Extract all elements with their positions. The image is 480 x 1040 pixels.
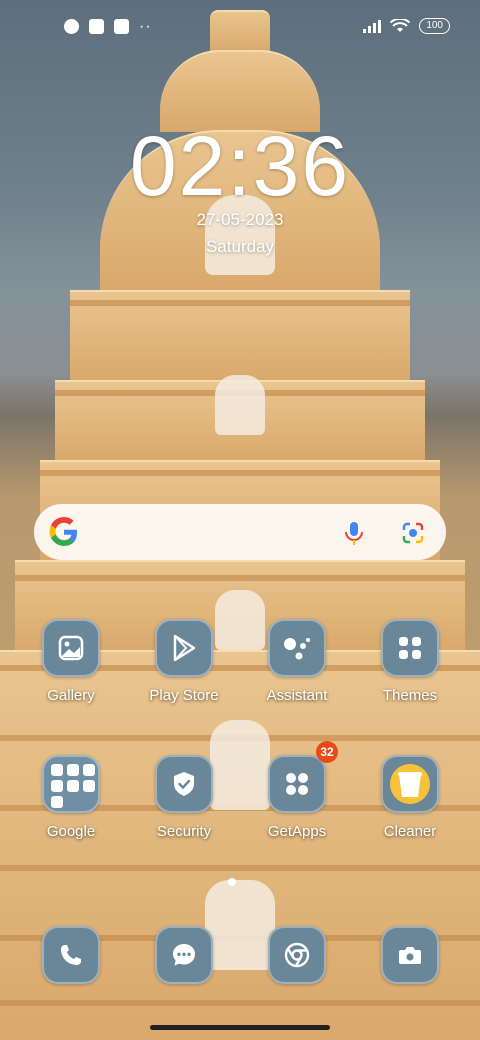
app-label: Google <box>46 823 96 840</box>
shield-icon <box>174 772 194 796</box>
assistant-icon <box>284 638 310 660</box>
chrome-app-icon[interactable] <box>268 926 326 984</box>
play-store-app-icon[interactable] <box>155 619 213 677</box>
home-screen: ·· 100 02:36 27-05-2023 Saturday Gallery… <box>0 0 480 1040</box>
phone-app-icon[interactable] <box>42 926 100 984</box>
app-label: Play Store <box>149 687 219 704</box>
getapps-app-icon[interactable]: 32 <box>268 741 338 813</box>
trash-bin-icon <box>390 764 430 804</box>
app-gallery[interactable]: Gallery <box>21 619 121 704</box>
app-assistant[interactable]: Assistant <box>247 619 347 704</box>
page-indicator[interactable] <box>228 878 236 886</box>
app-getapps[interactable]: 32 GetApps <box>247 741 347 840</box>
google-logo-icon <box>49 517 77 546</box>
gallery-app-icon[interactable] <box>42 619 100 677</box>
app-themes[interactable]: Themes <box>360 619 460 704</box>
chrome-icon <box>284 942 310 968</box>
messages-icon <box>173 944 195 966</box>
app-cleaner[interactable]: Cleaner <box>360 755 460 840</box>
phone-icon <box>61 945 81 965</box>
dock-camera[interactable] <box>360 926 460 984</box>
wifi-icon <box>390 19 411 32</box>
app-label: Gallery <box>47 687 95 704</box>
gesture-navigation-handle[interactable] <box>150 1025 330 1030</box>
camera-app-icon[interactable] <box>381 926 439 984</box>
themes-app-icon[interactable] <box>381 619 439 677</box>
status-bar: ·· 100 <box>0 0 480 56</box>
messages-app-icon[interactable] <box>155 926 213 984</box>
dock-messages[interactable] <box>134 926 234 984</box>
mic-icon[interactable] <box>342 520 366 546</box>
notification-badge: 32 <box>316 741 338 763</box>
app-google-folder[interactable]: Google <box>21 755 121 840</box>
date-label: 27-05-2023 <box>196 210 284 229</box>
dock-phone[interactable] <box>21 926 121 984</box>
play-store-icon <box>173 634 196 662</box>
notification-icon <box>89 19 104 34</box>
google-folder-icon[interactable] <box>42 755 100 813</box>
themes-icon <box>399 637 421 659</box>
app-security[interactable]: Security <box>134 755 234 840</box>
assistant-app-icon[interactable] <box>268 619 326 677</box>
security-app-icon[interactable] <box>155 755 213 813</box>
app-label: GetApps <box>267 823 327 840</box>
app-label: Themes <box>382 687 438 704</box>
clock[interactable]: 02:36 <box>0 118 480 215</box>
day-label: Saturday <box>205 237 275 256</box>
notification-icon <box>64 19 79 34</box>
more-notifications-icon: ·· <box>139 17 152 35</box>
signal-icon <box>363 19 382 33</box>
gallery-icon <box>58 635 84 661</box>
google-search-bar[interactable] <box>34 504 446 560</box>
battery-indicator: 100 <box>419 18 450 34</box>
app-label: Security <box>156 823 212 840</box>
getapps-icon <box>286 773 308 795</box>
app-play-store[interactable]: Play Store <box>134 619 234 704</box>
dock-chrome[interactable] <box>247 926 347 984</box>
app-label: Assistant <box>266 687 328 704</box>
camera-icon <box>399 947 421 964</box>
folder-app-grid <box>51 764 95 808</box>
download-notification-icon <box>114 19 129 34</box>
app-label: Cleaner <box>383 823 437 840</box>
lens-icon[interactable] <box>400 520 426 546</box>
cleaner-app-icon[interactable] <box>381 755 439 813</box>
